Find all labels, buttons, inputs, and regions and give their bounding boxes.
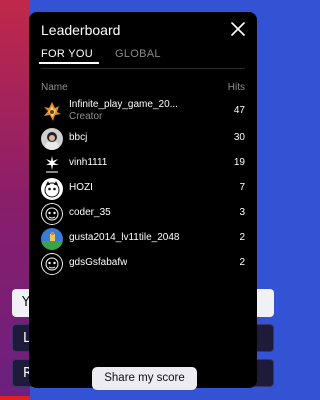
sparkle-icon [41, 153, 63, 175]
player-hits: 2 [239, 232, 245, 243]
modal-title: Leaderboard [41, 22, 121, 38]
person-photo-icon [41, 128, 63, 150]
leaderboard-row[interactable]: coder_35 3 [41, 201, 245, 226]
player-hits: 2 [239, 257, 245, 268]
tab-global[interactable]: GLOBAL [115, 48, 161, 64]
close-button[interactable] [229, 20, 247, 38]
fire-sprite-icon [41, 100, 63, 122]
default-avatar-icon [41, 253, 63, 275]
leaderboard-modal: Leaderboard FOR YOU GLOBAL Name Hits Inf… [29, 12, 257, 390]
cute-character-icon [41, 178, 63, 200]
column-header-hits: Hits [227, 82, 245, 93]
leaderboard-list: Infinite_play_game_20... Creator 47 bbcj… [41, 96, 245, 276]
default-avatar-icon [41, 203, 63, 225]
leaderboard-row[interactable]: gdsGsfabafw 2 [41, 251, 245, 276]
leaderboard-row[interactable]: Infinite_play_game_20... Creator 47 [41, 96, 245, 126]
tab-divider [41, 68, 245, 69]
player-name: bbcj [69, 132, 88, 143]
player-hits: 30 [233, 132, 245, 143]
column-header-name: Name [41, 82, 68, 93]
leaderboard-row[interactable]: gusta2014_lv11tile_2048 2 [41, 226, 245, 251]
player-hits: 3 [239, 207, 245, 218]
player-hits: 19 [233, 157, 245, 168]
close-icon [231, 22, 245, 36]
background-red-line [0, 396, 30, 400]
tab-for-you[interactable]: FOR YOU [38, 48, 100, 64]
player-hits: 47 [233, 105, 245, 116]
player-name: gusta2014_lv11tile_2048 [69, 232, 180, 243]
share-score-button[interactable]: Share my score [92, 367, 197, 390]
player-name: coder_35 [69, 207, 111, 218]
leaderboard-tabs: FOR YOU GLOBAL [38, 48, 245, 72]
leaderboard-row[interactable]: HOZI 7 [41, 176, 245, 201]
player-name: Infinite_play_game_20... [69, 99, 178, 110]
player-name: HOZI [69, 182, 93, 193]
leaderboard-row[interactable]: vinh1111 19 [41, 151, 245, 176]
player-name: vinh1111 [69, 157, 108, 168]
player-role: Creator [69, 111, 103, 122]
player-name: gdsGsfabafw [69, 257, 128, 268]
game-scene-icon [41, 228, 63, 250]
leaderboard-row[interactable]: bbcj 30 [41, 126, 245, 151]
player-hits: 7 [239, 182, 245, 193]
